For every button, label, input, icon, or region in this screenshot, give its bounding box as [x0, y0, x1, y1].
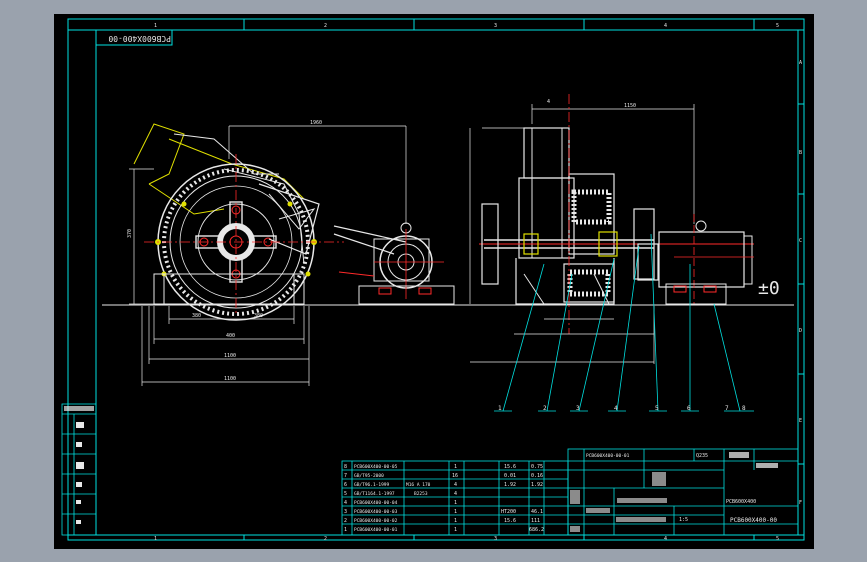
parts-row-6-wt: 1.92	[531, 482, 543, 488]
leader-lines	[494, 233, 754, 412]
parts-row-3-wt: 46.1	[531, 509, 543, 515]
parts-row-5-spec: B2253	[414, 491, 428, 497]
parts-row-7-wt: 0.16	[531, 473, 543, 479]
parts-row-1-no: 1	[344, 527, 347, 533]
parts-row-4-no: 4	[344, 500, 347, 506]
zone-right-a: A	[799, 60, 802, 66]
parts-row-2-qty: 1	[454, 518, 457, 524]
parts-row-1-qty: 1	[454, 527, 457, 533]
zone-top-2: 2	[324, 23, 327, 29]
zone-top-4: 4	[664, 23, 667, 29]
inner-frame	[95, 29, 799, 536]
balloon-6: 6	[687, 405, 691, 412]
outer-frame	[67, 18, 805, 541]
dim-380-left: 380	[192, 313, 201, 319]
parts-row-7-code: GB/T95-2000	[354, 473, 384, 479]
rotated-drawing-code: PCB600X400-00	[108, 34, 171, 43]
parts-row-8-no: 8	[344, 464, 347, 470]
balloon-8: 8	[742, 405, 746, 412]
zone-bottom-4: 4	[664, 536, 667, 542]
ground-level-symbol: ±0	[758, 278, 780, 299]
zone-bottom-1: 1	[154, 536, 157, 542]
title-scale: 1:5	[679, 517, 688, 523]
parts-row-8-wt: 0.75	[531, 464, 543, 470]
parts-row-6-spec: M16 A 170	[406, 482, 431, 488]
parts-row-7-no: 7	[344, 473, 347, 479]
parts-row-1-wt: 686.2	[529, 527, 544, 533]
zone-right-f: F	[799, 500, 802, 506]
parts-row-5-no: 5	[344, 491, 347, 497]
motor-front-view	[333, 222, 455, 305]
dim-400: 400	[226, 333, 235, 339]
parts-list-rows: 8 PCB600X400-00-05 1 15.6 0.75 7 GB/T95-…	[344, 464, 544, 533]
parts-row-8-code: PCB600X400-00-05	[354, 464, 398, 470]
zone-top-5: 5	[776, 23, 779, 29]
zone-top-3: 3	[494, 23, 497, 29]
title-header-code: PCB600X400-00-01	[586, 453, 630, 459]
balloon-1: 1	[498, 405, 502, 412]
dim-top-width: 1960	[310, 120, 322, 126]
parts-row-6-no: 6	[344, 482, 347, 488]
zone-right-b: B	[799, 150, 802, 156]
balloon-3: 3	[576, 405, 580, 412]
balloon-4: 4	[614, 405, 618, 412]
parts-row-5-qty: 4	[454, 491, 457, 497]
cad-drawing: 1 2 3 4 5 1 2 3 4 5 A B C D E F PCB600X4…	[61, 18, 805, 542]
zone-right-d: D	[799, 328, 802, 334]
parts-row-6-code: GB/T96.1-1999	[354, 482, 390, 488]
cad-drawing-canvas[interactable]: 1 2 3 4 5 1 2 3 4 5 A B C D E F PCB600X4…	[54, 14, 814, 549]
parts-row-7-qty: 16	[452, 473, 458, 479]
parts-row-6-qty: 4	[454, 482, 457, 488]
title-material-q235: Q235	[696, 453, 708, 459]
parts-row-8-mat: 15.6	[504, 464, 516, 470]
balloon-2: 2	[543, 405, 547, 412]
parts-row-2-code: PCB600X400-00-02	[354, 518, 398, 524]
zone-bottom-3: 3	[494, 536, 497, 542]
crusher-front-view	[133, 123, 344, 321]
dim-1100-b: 1100	[224, 376, 236, 382]
parts-row-2-no: 2	[344, 518, 347, 524]
dim-4: 4	[547, 99, 550, 105]
zone-ticks	[243, 19, 804, 540]
title-drawing-number: PCB600X400-00	[730, 517, 777, 524]
parts-row-4-code: PCB600X400-00-04	[354, 500, 398, 506]
title-model-label: PCB600X400	[726, 499, 756, 505]
parts-row-6-mat: 1.92	[504, 482, 516, 488]
zone-top-1: 1	[154, 23, 157, 29]
parts-row-8-qty: 1	[454, 464, 457, 470]
parts-row-3-qty: 1	[454, 509, 457, 515]
dim-side-top: 1150	[624, 103, 636, 109]
parts-row-4-qty: 1	[454, 500, 457, 506]
parts-row-7-mat: 0.01	[504, 473, 516, 479]
parts-row-3-no: 3	[344, 509, 347, 515]
crusher-side-view	[469, 94, 754, 364]
parts-row-1-code: PCB600X400-00-01	[354, 527, 398, 533]
parts-row-3-code: PCB600X400-00-03	[354, 509, 398, 515]
dim-left-height: 370	[127, 229, 133, 238]
zone-right-c: C	[799, 238, 802, 244]
parts-row-2-wt: 111	[531, 518, 540, 524]
balloon-5: 5	[655, 405, 659, 412]
parts-row-5-code: GB/T1164.1-1997	[354, 491, 395, 497]
zone-bottom-5: 5	[776, 536, 779, 542]
zone-right-e: E	[799, 418, 802, 424]
parts-row-2-mat: 15.6	[504, 518, 516, 524]
left-dimensions	[129, 125, 407, 386]
zone-bottom-2: 2	[324, 536, 327, 542]
parts-row-3-mat: HT200	[501, 509, 516, 515]
dim-380-right: 380	[254, 313, 263, 319]
dim-1100-a: 1100	[224, 353, 236, 359]
balloon-7: 7	[725, 405, 729, 412]
